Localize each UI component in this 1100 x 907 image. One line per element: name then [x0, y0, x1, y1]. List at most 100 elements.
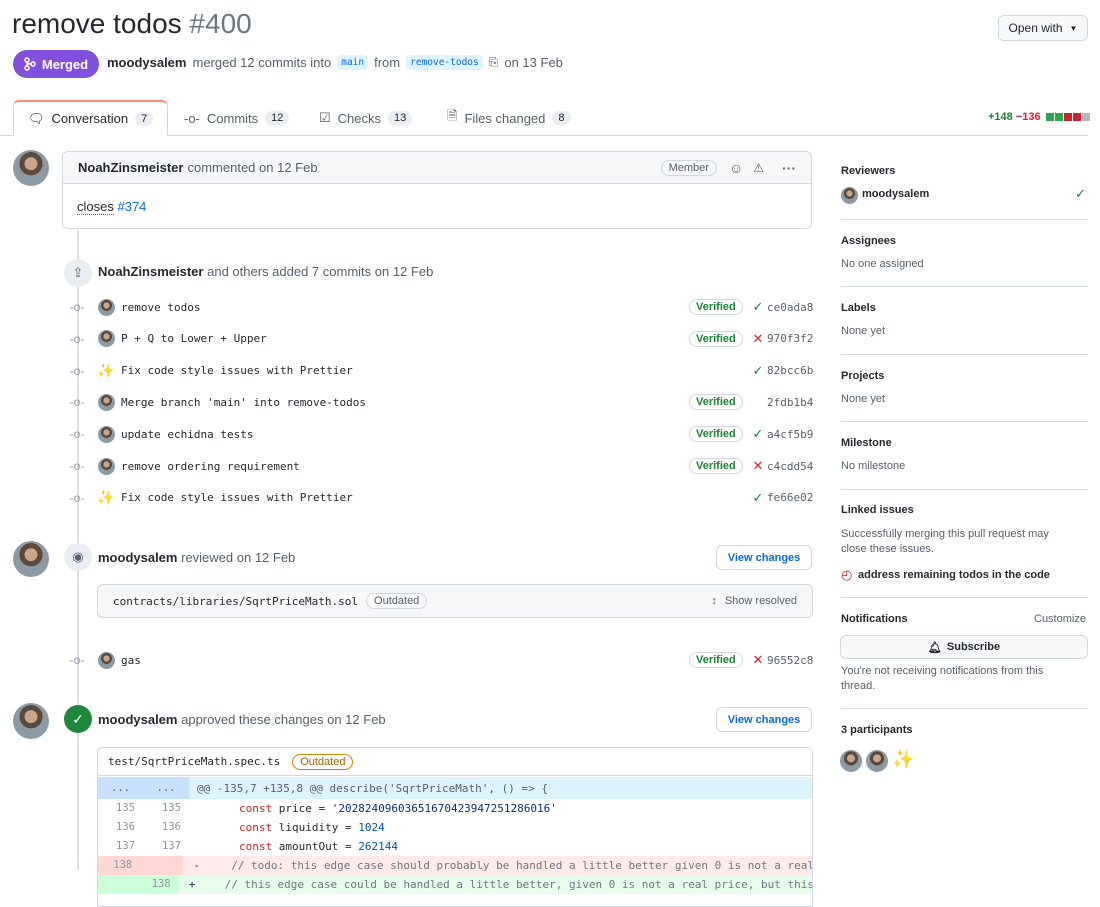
participant-avatar[interactable]	[866, 750, 888, 772]
pr-number: #400	[189, 8, 252, 39]
avatar[interactable]	[841, 187, 858, 204]
commit-sha[interactable]: a4cf5b9	[767, 428, 813, 441]
kebab-horizontal-icon[interactable]: ···	[782, 160, 796, 176]
commit-sha[interactable]: c4cdd54	[767, 460, 813, 473]
diff-file-path[interactable]: test/SqrtPriceMath.spec.ts	[108, 755, 280, 768]
verified-badge[interactable]: Verified	[689, 652, 743, 668]
commit-message[interactable]: Fix code style issues with Prettier	[121, 364, 353, 377]
new-line-number[interactable]: 136	[143, 818, 189, 837]
view-changes-button[interactable]: View changes	[716, 545, 812, 570]
head-branch[interactable]: remove-todos	[406, 55, 483, 70]
reviewer-name[interactable]: moodysalem	[862, 188, 929, 200]
old-line-number[interactable]: 138	[98, 856, 141, 875]
old-line-number[interactable]: 136	[98, 818, 143, 837]
code-text: price =	[272, 802, 332, 815]
avatar[interactable]	[13, 541, 49, 577]
projects-heading[interactable]: Projects	[841, 370, 884, 382]
labels-heading[interactable]: Labels	[841, 302, 876, 314]
subscribe-label: Subscribe	[946, 641, 1001, 653]
sparkles-icon[interactable]: ✨	[97, 362, 114, 379]
check-icon[interactable]: ✓	[751, 426, 765, 442]
avatar[interactable]	[13, 150, 49, 186]
avatar[interactable]	[98, 298, 115, 316]
avatar[interactable]	[98, 651, 115, 669]
old-line-number[interactable]	[98, 875, 138, 894]
commit-sha[interactable]: 970f3f2	[767, 332, 813, 345]
comment-header: NoahZinsmeister commented on 12 Feb Memb…	[63, 152, 811, 184]
show-resolved-link[interactable]: Show resolved	[725, 595, 797, 607]
avatar[interactable]	[98, 457, 115, 475]
commit-message[interactable]: gas	[121, 654, 141, 667]
subscribe-button[interactable]: 🔔︎ Subscribe	[840, 635, 1088, 659]
base-branch[interactable]: main	[337, 55, 369, 70]
linked-issues-heading[interactable]: Linked issues	[841, 504, 914, 516]
review-author[interactable]: moodysalem	[98, 550, 177, 565]
review-author[interactable]: moodysalem	[98, 712, 177, 727]
verified-badge[interactable]: Verified	[689, 299, 743, 315]
view-changes-button[interactable]: View changes	[716, 707, 812, 732]
commit-message[interactable]: Fix code style issues with Prettier	[121, 491, 353, 504]
old-line-number[interactable]: 135	[98, 799, 143, 818]
report-icon[interactable]: ⚠	[753, 161, 764, 175]
copy-icon[interactable]: ⎘	[489, 55, 499, 70]
smiley-icon[interactable]: ☺	[729, 160, 743, 176]
commit-message[interactable]: Merge branch 'main' into remove-todos	[121, 396, 366, 409]
commit-message[interactable]: update echidna tests	[121, 428, 253, 441]
review-file-path[interactable]: contracts/libraries/SqrtPriceMath.sol	[113, 595, 358, 608]
verified-badge[interactable]: Verified	[689, 458, 743, 474]
review-event: moodysalem reviewed on 12 Feb	[98, 550, 295, 565]
open-with-button[interactable]: Open with ▼	[998, 15, 1088, 41]
milestone-heading[interactable]: Milestone	[841, 437, 892, 449]
new-line-number[interactable]: 138	[137, 875, 179, 894]
avatar[interactable]	[98, 393, 115, 411]
verified-badge[interactable]: Verified	[689, 330, 743, 347]
avatar[interactable]	[98, 425, 115, 443]
commit-message[interactable]: remove ordering requirement	[121, 460, 300, 473]
commit-sha[interactable]: ce0ada8	[767, 301, 813, 314]
code-keyword: const	[239, 802, 273, 815]
new-line-number[interactable]: 135	[143, 799, 189, 818]
commit-message[interactable]: remove todos	[121, 301, 200, 314]
check-icon[interactable]: ✓	[751, 490, 765, 506]
old-line-number[interactable]: 137	[98, 837, 143, 856]
tab-commits[interactable]: -o- Commits 12	[184, 100, 290, 136]
expand-up-icon[interactable]: ...	[98, 777, 143, 799]
check-icon[interactable]: ✓	[751, 299, 765, 315]
comment-meta[interactable]: commented on 12 Feb	[187, 160, 317, 175]
reviewers-heading[interactable]: Reviewers	[841, 165, 895, 177]
commit-sha[interactable]: 2fdb1b4	[767, 396, 813, 409]
commit-sha[interactable]: 96552c8	[767, 654, 813, 667]
new-line-number[interactable]: 137	[143, 837, 189, 856]
merge-author[interactable]: moodysalem	[107, 55, 186, 70]
commits-author[interactable]: NoahZinsmeister	[98, 264, 203, 279]
commit-message[interactable]: P + Q to Lower + Upper	[121, 332, 267, 345]
x-icon[interactable]: ✕	[751, 652, 765, 668]
tab-checks[interactable]: ☑ Checks 13	[319, 100, 413, 136]
hunk-text: @@ -135,7 +135,8 @@ describe('SqrtPriceM…	[197, 781, 548, 795]
commit-sha[interactable]: fe66e02	[767, 491, 813, 504]
tab-files-changed[interactable]: 🗎 Files changed 8	[447, 100, 571, 136]
verified-badge[interactable]: Verified	[689, 426, 743, 443]
verified-badge[interactable]: Verified	[689, 394, 743, 411]
x-icon[interactable]: ✕	[751, 331, 765, 347]
expand-down-icon[interactable]: ...	[143, 777, 189, 799]
comment-author[interactable]: NoahZinsmeister	[78, 160, 183, 175]
review-text[interactable]: reviewed on 12 Feb	[181, 550, 295, 565]
linked-issue-link[interactable]: address remaining todos in the code	[858, 569, 1050, 581]
customize-link[interactable]: Customize	[1034, 613, 1086, 625]
new-line-number[interactable]	[140, 856, 184, 875]
sparkles-icon[interactable]: ✨	[892, 750, 914, 768]
commit-sha[interactable]: 82bcc6b	[767, 364, 813, 377]
avatar[interactable]	[13, 703, 49, 739]
sparkles-icon[interactable]: ✨	[97, 489, 114, 506]
issue-link[interactable]: #374	[117, 199, 146, 214]
tab-conversation[interactable]: 🗨 Conversation 7	[13, 100, 168, 136]
review-text[interactable]: approved these changes on 12 Feb	[181, 712, 386, 727]
x-icon[interactable]: ✕	[751, 458, 765, 474]
participant-avatar[interactable]	[840, 750, 862, 772]
check-icon[interactable]: ✓	[751, 363, 765, 379]
review-thread-header[interactable]: contracts/libraries/SqrtPriceMath.sol Ou…	[97, 584, 813, 618]
additions-count: +148	[988, 111, 1013, 123]
avatar[interactable]	[98, 330, 115, 348]
assignees-heading[interactable]: Assignees	[841, 235, 896, 247]
